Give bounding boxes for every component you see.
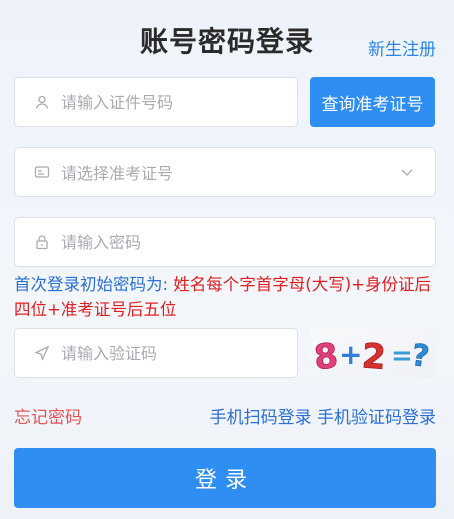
scan-login-link[interactable]: 手机扫码登录 (210, 408, 312, 428)
query-exam-number-button[interactable]: 查询准考证号 (310, 77, 435, 127)
forgot-password-link[interactable]: 忘记密码 (14, 403, 82, 428)
captcha-field[interactable] (14, 328, 298, 378)
alternative-login-links: 手机扫码登录 手机验证码登录 (210, 403, 436, 428)
id-number-input[interactable] (61, 78, 297, 126)
svg-text:2: 2 (361, 336, 387, 378)
svg-text:+: + (339, 338, 362, 371)
header: 账号密码登录 新生注册 (0, 0, 454, 70)
id-card-icon (33, 163, 51, 181)
hint-prefix: 首次登录初始密码为: (14, 275, 169, 294)
sms-login-link[interactable]: 手机验证码登录 (317, 408, 436, 428)
exam-number-select[interactable]: 请选择准考证号 (14, 147, 436, 197)
lock-icon (33, 233, 51, 251)
id-number-field[interactable] (14, 77, 298, 127)
register-link[interactable]: 新生注册 (368, 35, 436, 60)
login-button[interactable]: 登录 (14, 448, 436, 508)
initial-password-hint: 首次登录初始密码为: 姓名每个字首字母(大写)+身份证后四位+准考证号后五位 (14, 272, 439, 322)
captcha-image[interactable]: 8 + 2 = ? (311, 328, 436, 379)
chevron-down-icon (399, 164, 415, 180)
exam-number-placeholder: 请选择准考证号 (61, 164, 174, 183)
send-icon (33, 344, 51, 362)
captcha-input[interactable] (61, 329, 297, 377)
password-input[interactable] (61, 218, 435, 266)
password-field[interactable] (14, 217, 436, 267)
user-icon (33, 93, 51, 111)
svg-text:8: 8 (312, 336, 340, 378)
